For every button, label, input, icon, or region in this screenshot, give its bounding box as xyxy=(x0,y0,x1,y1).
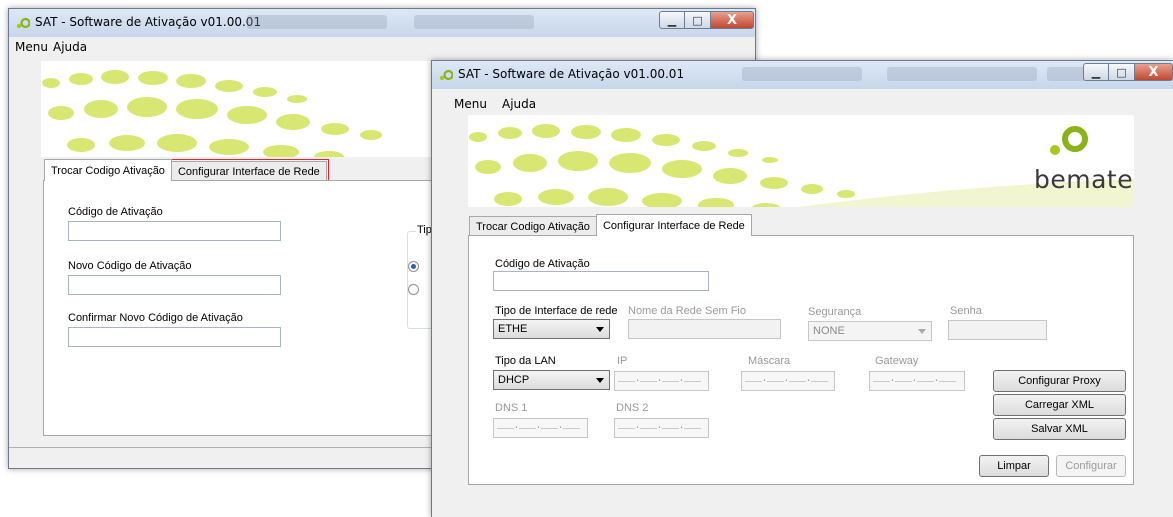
banner-dots-graphic xyxy=(42,70,382,157)
blurred-background xyxy=(887,67,1037,81)
mascara-field[interactable]: ___.___.___.___ xyxy=(741,371,835,391)
novo-codigo-field[interactable] xyxy=(68,275,281,295)
tipo-radio-2[interactable] xyxy=(408,284,419,295)
blurred-background xyxy=(414,15,534,29)
dns2-field[interactable]: ___.___.___.___ xyxy=(614,418,709,438)
tab-strip: Trocar Codigo Ativação Configurar Interf… xyxy=(469,214,752,236)
app-logo-icon xyxy=(16,17,30,29)
brand-logo-text: bematech xyxy=(1034,165,1134,194)
confirmar-codigo-field[interactable] xyxy=(68,327,281,347)
minimize-button[interactable]: ▁ xyxy=(1083,63,1109,81)
banner-graphic xyxy=(41,61,437,157)
maximize-button[interactable]: □ xyxy=(685,11,711,29)
gateway-field[interactable]: ___.___.___.___ xyxy=(869,371,965,391)
menu-item-menu[interactable]: Menu xyxy=(454,97,487,111)
tipo-lan-value: DHCP xyxy=(498,374,530,386)
configurar-button[interactable]: Configurar xyxy=(1056,455,1126,477)
window-controls: ▁ □ X xyxy=(1083,63,1173,81)
title-bar[interactable]: SAT - Software de Ativação v01.00.01 ▁ □… xyxy=(432,61,1173,90)
blurred-background xyxy=(742,67,862,81)
dns2-label: DNS 2 xyxy=(616,402,649,414)
nome-rede-field[interactable] xyxy=(628,319,781,339)
tipo-lan-label: Tipo da LAN xyxy=(495,355,556,367)
seguranca-dropdown[interactable]: NONE xyxy=(808,321,932,341)
menu-item-ajuda[interactable]: Ajuda xyxy=(502,97,536,111)
tab-panel: Código de Ativação Novo Código de Ativaç… xyxy=(43,180,468,436)
tipo-radio-1[interactable] xyxy=(408,261,419,272)
tab-trocar-codigo[interactable]: Trocar Codigo Ativação xyxy=(469,216,597,236)
tipo-interface-dropdown[interactable]: ETHE xyxy=(493,319,610,339)
seguranca-label: Segurança xyxy=(808,306,862,318)
configurar-proxy-button[interactable]: Configurar Proxy xyxy=(993,370,1126,392)
tipo-interface-label: Tipo de Interface de rede xyxy=(495,305,618,317)
blurred-background xyxy=(1047,67,1087,81)
ip-label: IP xyxy=(617,355,628,367)
senha-label: Senha xyxy=(950,305,982,317)
tipo-lan-dropdown[interactable]: DHCP xyxy=(493,370,610,390)
chevron-down-icon xyxy=(918,329,926,334)
blurred-background xyxy=(247,15,387,29)
gateway-label: Gateway xyxy=(875,355,919,367)
ip-field[interactable]: ___.___.___.___ xyxy=(614,371,709,391)
dns1-field[interactable]: ___.___.___.___ xyxy=(493,418,588,438)
limpar-button[interactable]: Limpar xyxy=(979,455,1049,477)
window-controls: ▁ □ X xyxy=(659,11,754,29)
tab-configurar-interface[interactable]: Configurar Interface de Rede xyxy=(168,159,329,183)
dns2-mask: ___.___.___.___ xyxy=(618,421,701,432)
tab-trocar-codigo[interactable]: Trocar Codigo Ativação xyxy=(44,159,172,181)
window-title: SAT - Software de Ativação v01.00.01 xyxy=(458,67,685,81)
bematech-logo-icon xyxy=(1050,126,1088,155)
nome-rede-label: Nome da Rede Sem Fio xyxy=(628,305,746,317)
menu-item-ajuda[interactable]: Ajuda xyxy=(53,40,87,54)
codigo-ativacao-field[interactable] xyxy=(68,221,281,241)
tab-panel: Código de Ativação Tipo de Interface de … xyxy=(468,235,1134,485)
menu-item-menu[interactable]: Menu xyxy=(15,40,48,54)
dns1-label: DNS 1 xyxy=(495,402,528,414)
window-title: SAT - Software de Ativação v01.00.01 xyxy=(35,15,262,29)
senha-field[interactable] xyxy=(948,320,1047,340)
banner-graphic: bematech xyxy=(468,115,1134,207)
ip-mask: ___.___.___.___ xyxy=(618,374,701,385)
chevron-down-icon xyxy=(596,378,604,383)
close-button[interactable]: X xyxy=(1135,63,1173,81)
tipo-interface-value: ETHE xyxy=(498,323,528,335)
tab-strip: Trocar Codigo Ativação Configurar Interf… xyxy=(44,159,329,183)
chevron-down-icon xyxy=(596,327,604,332)
maximize-button[interactable]: □ xyxy=(1109,63,1135,81)
title-bar[interactable]: SAT - Software de Ativação v01.00.01 ▁ □… xyxy=(9,9,755,38)
mascara-label: Máscara xyxy=(748,355,791,367)
carregar-xml-button[interactable]: Carregar XML xyxy=(993,394,1126,416)
menu-bar: Menu Ajuda xyxy=(9,37,755,57)
confirmar-codigo-label: Confirmar Novo Código de Ativação xyxy=(68,312,243,324)
minimize-button[interactable]: ▁ xyxy=(659,11,685,29)
mascara-mask: ___.___.___.___ xyxy=(745,374,828,385)
tab-configurar-interface[interactable]: Configurar Interface de Rede xyxy=(595,214,752,236)
gateway-mask: ___.___.___.___ xyxy=(873,374,956,385)
codigo-ativacao-label: Código de Ativação xyxy=(68,206,163,218)
front-window: SAT - Software de Ativação v01.00.01 ▁ □… xyxy=(431,60,1173,517)
novo-codigo-label: Novo Código de Ativação xyxy=(68,260,192,272)
codigo-ativacao-field[interactable] xyxy=(493,271,709,291)
app-logo-icon xyxy=(439,69,453,81)
dns1-mask: ___.___.___.___ xyxy=(497,421,580,432)
salvar-xml-button[interactable]: Salvar XML xyxy=(993,418,1126,440)
seguranca-value: NONE xyxy=(813,325,845,337)
codigo-ativacao-label: Código de Ativação xyxy=(495,258,590,270)
close-button[interactable]: X xyxy=(711,11,754,29)
menu-bar: Menu Ajuda xyxy=(432,89,1173,111)
